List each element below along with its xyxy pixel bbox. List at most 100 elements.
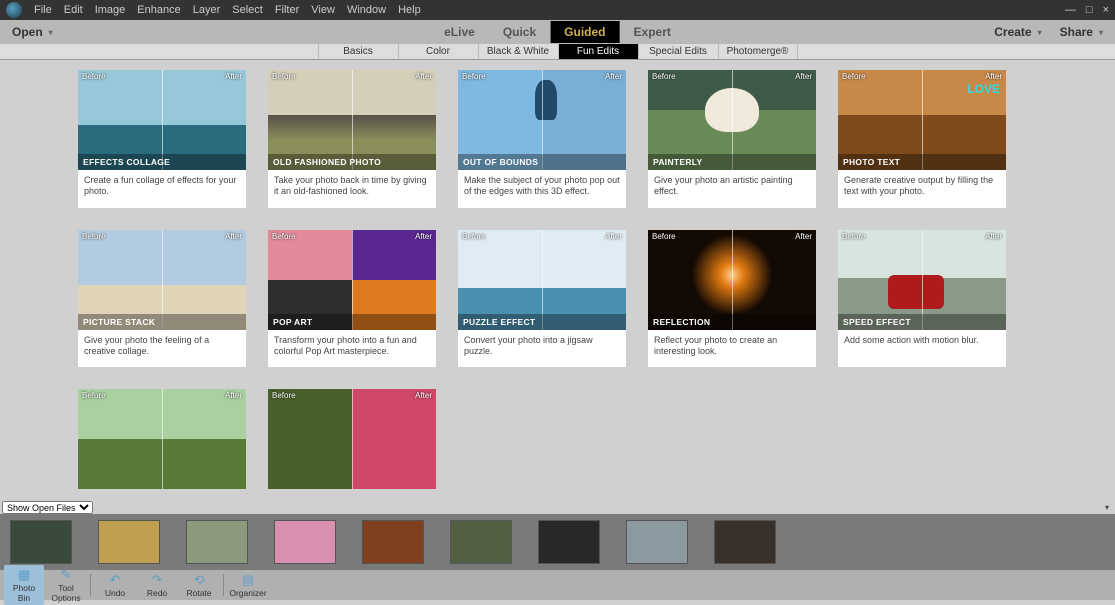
bin-thumbnail[interactable] [98,520,160,564]
menu-window[interactable]: Window [347,4,386,16]
before-label: Before [272,391,296,400]
menu-filter[interactable]: Filter [275,4,299,16]
bin-thumbnail[interactable] [10,520,72,564]
divider [223,574,224,596]
card-description: Make the subject of your photo pop out o… [458,170,626,208]
after-label: After [415,391,432,400]
redo-button[interactable]: ↷ Redo [137,572,177,598]
before-label: Before [272,232,296,241]
rotate-button[interactable]: ⟲ Rotate [179,572,219,598]
guided-card[interactable]: BeforeAfterREFLECTIONReflect your photo … [648,230,816,368]
menu-help[interactable]: Help [398,4,421,16]
card-description: Create a fun collage of effects for your… [78,170,246,208]
guided-card[interactable]: Before After [268,389,436,489]
card-thumbnail: BeforeAfterPICTURE STACK [78,230,246,330]
card-thumbnail: Before After [268,389,436,489]
after-label: After [605,72,622,81]
menu-bar: File Edit Image Enhance Layer Select Filter Vie… [0,0,1115,20]
subtab-basics[interactable]: Basics [318,44,398,59]
guided-card[interactable]: BeforeAfterPICTURE STACKGive your photo … [78,230,246,368]
menu-edit[interactable]: Edit [64,4,83,16]
guided-card[interactable]: BeforeAfterOLD FASHIONED PHOTOTake your … [268,70,436,208]
card-title: SPEED EFFECT [838,314,1006,330]
photo-bin-header: Show Open Files ▾ [0,500,1115,514]
menu-view[interactable]: View [311,4,335,16]
guided-card[interactable]: BeforeAfter [78,389,246,489]
menu-image[interactable]: Image [95,4,126,16]
card-title: PHOTO TEXT [838,154,1006,170]
subtab-black-white[interactable]: Black & White [478,44,558,59]
bin-thumbnail[interactable] [714,520,776,564]
guided-card[interactable]: Before After OUT OF BOUNDSMake the subject… [458,70,626,208]
bin-thumbnail[interactable] [186,520,248,564]
guided-card[interactable]: Before After PHOTO TEXTGenerate creative o… [838,70,1006,208]
guided-card[interactable]: BeforeAfterPUZZLE EFFECTConvert your pho… [458,230,626,368]
tool-options-button[interactable]: ✎ Tool Options [46,567,86,603]
before-label: Before [652,232,676,241]
subtab-photomerge-[interactable]: Photomerge® [718,44,798,59]
bin-thumbnail[interactable] [450,520,512,564]
mode-guided[interactable]: Guided [550,21,619,43]
bin-view-select[interactable]: Show Open Files [2,501,93,514]
window-controls: — □ × [1065,4,1109,16]
after-label: After [985,72,1002,81]
card-description: Give your photo the feeling of a creativ… [78,330,246,368]
after-label: After [605,232,622,241]
mode-quick[interactable]: Quick [489,21,550,43]
bin-thumbnail[interactable] [626,520,688,564]
menu-layer[interactable]: Layer [193,4,221,16]
card-thumbnail: BeforeAfterOLD FASHIONED PHOTO [268,70,436,170]
open-menu[interactable]: Open [12,25,53,39]
share-menu[interactable]: Share [1060,25,1103,39]
menu-select[interactable]: Select [232,4,263,16]
after-label: After [415,232,432,241]
organizer-icon: ▤ [228,572,268,588]
mode-elive[interactable]: eLive [430,21,489,43]
card-description: Take your photo back in time by giving i… [268,170,436,208]
card-description: Transform your photo into a fun and colo… [268,330,436,368]
bottom-toolbar: ▦ Photo Bin ✎ Tool Options ↶ Undo ↷ Redo… [0,570,1115,600]
bin-collapse-icon[interactable]: ▾ [1105,503,1109,512]
bin-thumbnail[interactable] [538,520,600,564]
card-thumbnail: BeforeAfter [78,389,246,489]
create-menu[interactable]: Create [994,25,1041,39]
after-label: After [225,232,242,241]
undo-button[interactable]: ↶ Undo [95,572,135,598]
card-title: PAINTERLY [648,154,816,170]
guided-card[interactable]: BeforeAfterSPEED EFFECTAdd some action w… [838,230,1006,368]
card-title: OLD FASHIONED PHOTO [268,154,436,170]
card-title: REFLECTION [648,314,816,330]
card-description: Give your photo an artistic painting eff… [648,170,816,208]
after-label: After [795,232,812,241]
mode-bar: Open eLiveQuickGuidedExpert Create Share [0,20,1115,44]
menu-file[interactable]: File [34,4,52,16]
before-label: Before [272,72,296,81]
divider [90,574,91,596]
guided-card[interactable]: BeforeAfterPAINTERLYGive your photo an a… [648,70,816,208]
close-icon[interactable]: × [1103,4,1109,16]
before-label: Before [462,72,486,81]
mode-expert[interactable]: Expert [620,21,685,43]
guided-card[interactable]: BeforeAfterEFFECTS COLLAGECreate a fun c… [78,70,246,208]
subtab-color[interactable]: Color [398,44,478,59]
bin-thumbnail[interactable] [362,520,424,564]
bin-thumbnail[interactable] [274,520,336,564]
card-description: Convert your photo into a jigsaw puzzle. [458,330,626,368]
card-title: EFFECTS COLLAGE [78,154,246,170]
card-description: Generate creative output by filling the … [838,170,1006,208]
card-title: OUT OF BOUNDS [458,154,626,170]
photo-bin-button[interactable]: ▦ Photo Bin [4,565,44,605]
app-logo [6,2,22,18]
maximize-icon[interactable]: □ [1086,4,1093,16]
subtab-fun-edits[interactable]: Fun Edits [558,44,638,59]
guided-gallery: Before After EFFECTS COLLAGECreate a fun c… [0,60,1115,500]
before-label: Before [82,72,106,81]
organizer-button[interactable]: ▤ Organizer [228,572,268,598]
redo-icon: ↷ [137,572,177,588]
subtab-special-edits[interactable]: Special Edits [638,44,718,59]
before-label: Before [82,232,106,241]
menu-enhance[interactable]: Enhance [137,4,180,16]
guided-card[interactable]: BeforeAfterPOP ARTTransform your photo i… [268,230,436,368]
minimize-icon[interactable]: — [1065,4,1076,16]
before-label: Before [842,72,866,81]
